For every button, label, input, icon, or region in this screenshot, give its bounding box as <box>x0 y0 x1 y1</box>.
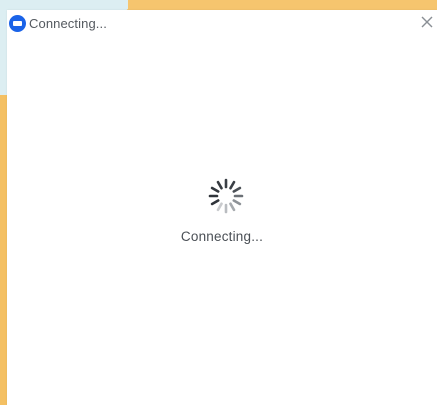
window-title: Connecting... <box>29 16 107 31</box>
close-button[interactable] <box>419 14 435 30</box>
connecting-window: Connecting... Connecting... <box>7 10 437 405</box>
title-bar[interactable]: Connecting... <box>7 10 437 36</box>
loading-spinner-icon <box>208 178 244 214</box>
zoom-camera-icon <box>9 15 26 32</box>
close-icon <box>421 16 433 28</box>
connecting-status-text: Connecting... <box>180 229 264 244</box>
